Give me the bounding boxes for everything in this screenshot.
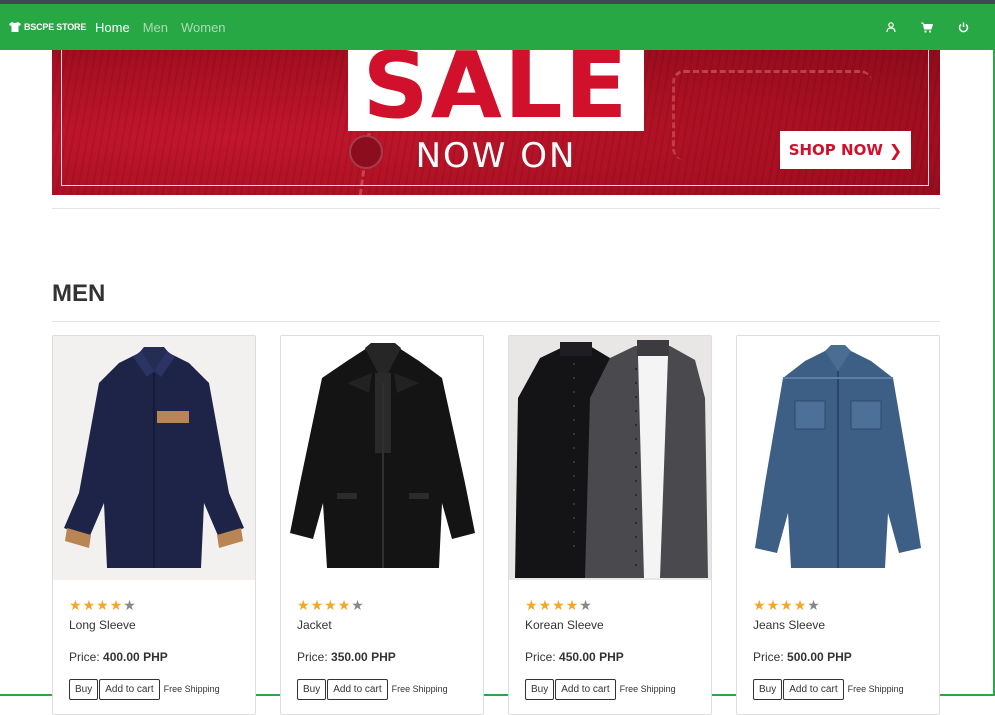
star-icon: ★ — [83, 598, 96, 612]
price-label: Price: — [525, 650, 556, 664]
cart-icon[interactable] — [921, 22, 933, 33]
product-actions: Buy Add to cart Free Shipping — [297, 679, 448, 700]
buy-button[interactable]: Buy — [69, 679, 98, 700]
star-icon: ★ — [780, 598, 793, 612]
product-name[interactable]: Jeans Sleeve — [753, 618, 825, 632]
star-icon: ★ — [794, 598, 807, 612]
product-image[interactable] — [281, 336, 483, 580]
section-title: MEN — [52, 280, 105, 308]
price-value: 400.00 PHP — [103, 650, 168, 664]
product-name[interactable]: Jacket — [297, 618, 332, 632]
nav-link-women[interactable]: Women — [181, 20, 226, 35]
shirt-icon — [9, 22, 21, 32]
product-name[interactable]: Korean Sleeve — [525, 618, 604, 632]
add-to-cart-button[interactable]: Add to cart — [555, 679, 615, 700]
shop-now-label: SHOP NOW — [789, 141, 883, 159]
shipping-text: Free Shipping — [620, 684, 676, 694]
price-label: Price: — [297, 650, 328, 664]
brand[interactable]: BSCPE STORE — [9, 4, 86, 50]
shipping-text: Free Shipping — [392, 684, 448, 694]
nav-link-home[interactable]: Home — [95, 20, 130, 35]
star-icon: ★ — [566, 598, 579, 612]
product-price: Price: 450.00 PHP — [525, 650, 624, 664]
user-icon[interactable] — [886, 22, 896, 32]
price-value: 500.00 PHP — [787, 650, 852, 664]
price-value: 350.00 PHP — [331, 650, 396, 664]
product-card[interactable]: ★★★★★ Jacket Price: 350.00 PHP Buy Add t… — [280, 335, 484, 715]
product-price: Price: 400.00 PHP — [69, 650, 168, 664]
add-to-cart-button[interactable]: Add to cart — [99, 679, 159, 700]
star-icon: ★ — [552, 598, 565, 612]
product-actions: Buy Add to cart Free Shipping — [753, 679, 904, 700]
chevron-right-icon: ❯ — [889, 141, 902, 160]
price-label: Price: — [753, 650, 784, 664]
rating-stars: ★★★★★ — [753, 598, 821, 612]
star-icon: ★ — [96, 598, 109, 612]
star-icon: ★ — [297, 598, 310, 612]
price-value: 450.00 PHP — [559, 650, 624, 664]
product-actions: Buy Add to cart Free Shipping — [525, 679, 676, 700]
product-actions: Buy Add to cart Free Shipping — [69, 679, 220, 700]
star-icon: ★ — [525, 598, 538, 612]
divider — [52, 321, 940, 322]
product-card[interactable]: ★★★★★ Long Sleeve Price: 400.00 PHP Buy … — [52, 335, 256, 715]
star-empty-icon: ★ — [351, 598, 364, 612]
star-icon: ★ — [539, 598, 552, 612]
star-empty-icon: ★ — [807, 598, 820, 612]
rating-stars: ★★★★★ — [69, 598, 137, 612]
brand-label: BSCPE STORE — [24, 22, 86, 32]
add-to-cart-button[interactable]: Add to cart — [327, 679, 387, 700]
buy-button[interactable]: Buy — [753, 679, 782, 700]
star-empty-icon: ★ — [123, 598, 136, 612]
nav-icons — [861, 4, 969, 50]
star-icon: ★ — [338, 598, 351, 612]
nav-links: Home Men Women — [95, 4, 239, 50]
star-empty-icon: ★ — [579, 598, 592, 612]
rating-stars: ★★★★★ — [525, 598, 593, 612]
star-icon: ★ — [69, 598, 82, 612]
product-card[interactable]: ★★★★★ Korean Sleeve Price: 450.00 PHP Bu… — [508, 335, 712, 715]
star-icon: ★ — [753, 598, 766, 612]
product-image[interactable] — [509, 336, 711, 580]
star-icon: ★ — [767, 598, 780, 612]
price-label: Price: — [69, 650, 100, 664]
star-icon: ★ — [311, 598, 324, 612]
product-image[interactable] — [737, 336, 939, 580]
product-price: Price: 500.00 PHP — [753, 650, 852, 664]
shop-now-button[interactable]: SHOP NOW ❯ — [780, 131, 911, 169]
shipping-text: Free Shipping — [848, 684, 904, 694]
divider — [52, 208, 940, 209]
product-name[interactable]: Long Sleeve — [69, 618, 136, 632]
product-image[interactable] — [53, 336, 255, 580]
star-icon: ★ — [110, 598, 123, 612]
now-on-text: NOW ON — [348, 136, 644, 176]
nav-link-men[interactable]: Men — [143, 20, 168, 35]
buy-button[interactable]: Buy — [525, 679, 554, 700]
rating-stars: ★★★★★ — [297, 598, 365, 612]
power-icon[interactable] — [958, 22, 969, 33]
product-price: Price: 350.00 PHP — [297, 650, 396, 664]
buy-button[interactable]: Buy — [297, 679, 326, 700]
add-to-cart-button[interactable]: Add to cart — [783, 679, 843, 700]
navbar: BSCPE STORE Home Men Women — [0, 4, 995, 50]
product-card[interactable]: ★★★★★ Jeans Sleeve Price: 500.00 PHP Buy… — [736, 335, 940, 715]
sale-banner[interactable]: SALE NOW ON SHOP NOW ❯ — [52, 50, 940, 195]
star-icon: ★ — [324, 598, 337, 612]
shipping-text: Free Shipping — [164, 684, 220, 694]
sale-heading: SALE — [348, 50, 644, 131]
